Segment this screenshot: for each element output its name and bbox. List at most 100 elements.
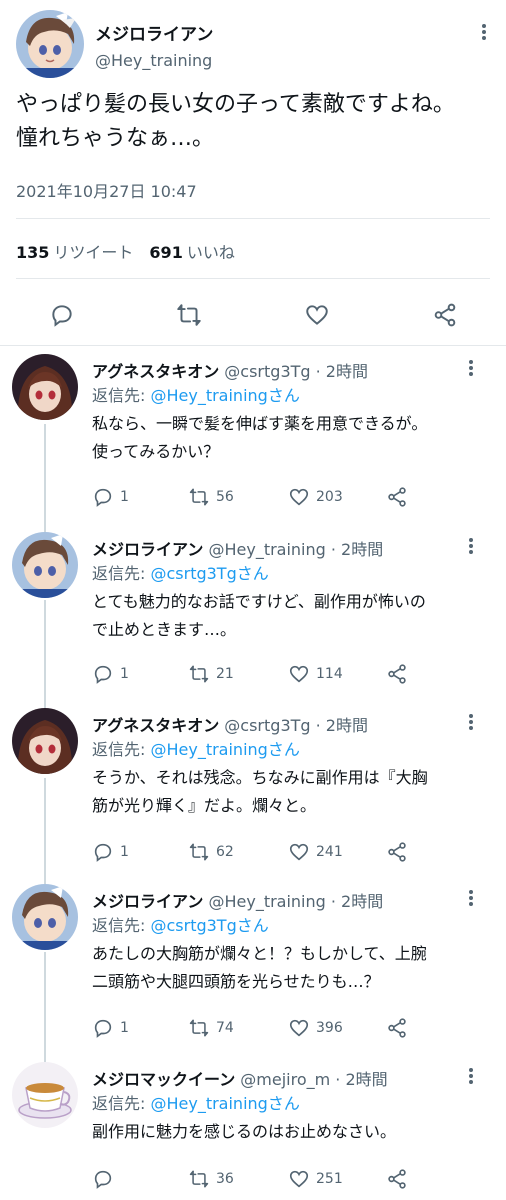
like-button[interactable]: 241 <box>288 841 343 863</box>
reply-to-label: 返信先: <box>92 740 151 759</box>
reply-to-mention[interactable]: @csrtg3Tgさん <box>150 564 268 583</box>
more-icon[interactable] <box>474 22 494 42</box>
divider <box>16 278 490 279</box>
tweet-text-line: 憧れちゃうなぁ…。 <box>16 126 215 151</box>
more-icon[interactable] <box>461 888 481 908</box>
retweet-button[interactable]: 56 <box>188 486 234 508</box>
handle-time[interactable]: @csrtg3Tg · 2時間 <box>224 362 368 381</box>
avatar[interactable] <box>16 10 84 78</box>
more-icon[interactable] <box>461 358 481 378</box>
share-icon <box>388 487 406 507</box>
reply-to-mention[interactable]: @Hey_trainingさん <box>150 740 299 759</box>
tweet-actions <box>0 298 506 332</box>
retweet-button[interactable]: 62 <box>188 841 234 863</box>
retweet-button[interactable]: 36 <box>188 1168 234 1190</box>
like-button[interactable]: 396 <box>288 1017 343 1039</box>
reply-icon <box>94 1019 112 1038</box>
reply-to: 返信先: @csrtg3Tgさん <box>92 560 269 584</box>
reply-text-line: 使ってみるかい？ <box>92 442 220 461</box>
reply-to: 返信先: @csrtg3Tgさん <box>92 912 269 936</box>
avatar[interactable] <box>12 532 78 598</box>
share-icon <box>388 842 406 862</box>
avatar[interactable] <box>12 708 78 774</box>
reply-to: 返信先: @Hey_trainingさん <box>92 382 300 406</box>
share-button[interactable] <box>386 1017 408 1039</box>
reply-text: とても魅力的なお話ですけど、副作用が怖いの で止めときます…。 <box>92 588 426 644</box>
handle-time[interactable]: @Hey_training · 2時間 <box>208 892 383 911</box>
reply-button[interactable] <box>92 1168 114 1190</box>
reply-icon[interactable] <box>49 302 75 328</box>
retweet-icon <box>189 1019 209 1037</box>
like-label[interactable]: いいね <box>187 243 235 262</box>
retweet-count: 62 <box>216 844 234 860</box>
like-icon <box>289 843 309 861</box>
author-name[interactable]: メジロライアン <box>95 20 213 45</box>
reply-author[interactable]: メジロマックイーン @mejiro_m · 2時間 <box>92 1066 388 1090</box>
reply-to-mention[interactable]: @Hey_trainingさん <box>150 1094 299 1113</box>
reply-actions: 36 251 <box>92 1168 492 1190</box>
share-button[interactable] <box>386 486 408 508</box>
reply-author[interactable]: アグネスタキオン @csrtg3Tg · 2時間 <box>92 712 368 736</box>
author-handle[interactable]: @Hey_training <box>95 51 212 70</box>
handle-time[interactable]: @csrtg3Tg · 2時間 <box>224 716 368 735</box>
like-count: 203 <box>316 489 343 505</box>
reply-author[interactable]: アグネスタキオン @csrtg3Tg · 2時間 <box>92 358 368 382</box>
reply-actions: 1 62 241 <box>92 841 492 863</box>
like-button[interactable]: 114 <box>288 663 343 685</box>
reply-text-line: で止めときます…。 <box>92 620 237 639</box>
reply-button[interactable]: 1 <box>92 486 129 508</box>
reply-tweet[interactable]: メジロマックイーン @mejiro_m · 2時間 返信先: @Hey_trai… <box>0 1058 506 1200</box>
author-name[interactable]: アグネスタキオン <box>92 362 219 381</box>
more-icon[interactable] <box>461 712 481 732</box>
handle-time[interactable]: @mejiro_m · 2時間 <box>240 1070 387 1089</box>
like-icon <box>289 1170 309 1188</box>
author-name[interactable]: メジロライアン <box>92 892 203 911</box>
author-name[interactable]: アグネスタキオン <box>92 716 219 735</box>
reply-author[interactable]: メジロライアン @Hey_training · 2時間 <box>92 536 383 560</box>
avatar[interactable] <box>12 884 78 950</box>
reply-text: そうか、それは残念。ちなみに副作用は『大胸 筋が光り輝く』だよ。爛々と。 <box>92 764 428 820</box>
reply-to-mention[interactable]: @Hey_trainingさん <box>150 386 299 405</box>
more-icon[interactable] <box>461 1066 481 1086</box>
author-name[interactable]: メジロマックイーン <box>92 1070 235 1089</box>
reply-tweet[interactable]: アグネスタキオン @csrtg3Tg · 2時間 返信先: @Hey_train… <box>0 704 506 880</box>
share-button[interactable] <box>386 1168 408 1190</box>
share-button[interactable] <box>386 663 408 685</box>
like-icon <box>289 488 309 506</box>
retweet-label[interactable]: リツイート <box>53 243 133 262</box>
reply-button[interactable]: 1 <box>92 663 129 685</box>
reply-count: 1 <box>120 844 129 860</box>
reply-to: 返信先: @Hey_trainingさん <box>92 736 300 760</box>
more-icon[interactable] <box>461 536 481 556</box>
reply-tweet[interactable]: アグネスタキオン @csrtg3Tg · 2時間 返信先: @Hey_train… <box>0 350 506 528</box>
retweet-count: 74 <box>216 1020 234 1036</box>
reply-text-line: あたしの大胸筋が爛々と！？もしかして、上腕 <box>92 944 427 963</box>
reply-button[interactable]: 1 <box>92 1017 129 1039</box>
avatar[interactable] <box>12 354 78 420</box>
like-count[interactable]: 691 <box>149 243 182 262</box>
like-icon[interactable] <box>304 302 330 328</box>
handle-time[interactable]: @Hey_training · 2時間 <box>208 540 383 559</box>
reply-to-label: 返信先: <box>92 1094 151 1113</box>
author-name[interactable]: メジロライアン <box>92 540 203 559</box>
reply-author[interactable]: メジロライアン @Hey_training · 2時間 <box>92 888 383 912</box>
like-button[interactable]: 203 <box>288 486 343 508</box>
avatar[interactable] <box>12 1062 78 1128</box>
reply-to-label: 返信先: <box>92 386 151 405</box>
retweet-button[interactable]: 74 <box>188 1017 234 1039</box>
retweet-icon[interactable] <box>175 302 203 328</box>
reply-tweet[interactable]: メジロライアン @Hey_training · 2時間 返信先: @csrtg3… <box>0 528 506 704</box>
reply-to-mention[interactable]: @csrtg3Tgさん <box>150 916 268 935</box>
like-button[interactable]: 251 <box>288 1168 343 1190</box>
reply-tweet[interactable]: メジロライアン @Hey_training · 2時間 返信先: @csrtg3… <box>0 880 506 1058</box>
retweet-count[interactable]: 135 <box>16 243 49 262</box>
reply-text: 副作用に魅力を感じるのはお止めなさい。 <box>92 1118 396 1146</box>
share-icon[interactable] <box>432 302 458 328</box>
reply-icon <box>94 488 112 507</box>
share-button[interactable] <box>386 841 408 863</box>
tweet-timestamp[interactable]: 2021年10月27日 10:47 <box>16 178 197 202</box>
reply-button[interactable]: 1 <box>92 841 129 863</box>
reply-count: 1 <box>120 666 129 682</box>
reply-to-label: 返信先: <box>92 564 151 583</box>
retweet-button[interactable]: 21 <box>188 663 234 685</box>
